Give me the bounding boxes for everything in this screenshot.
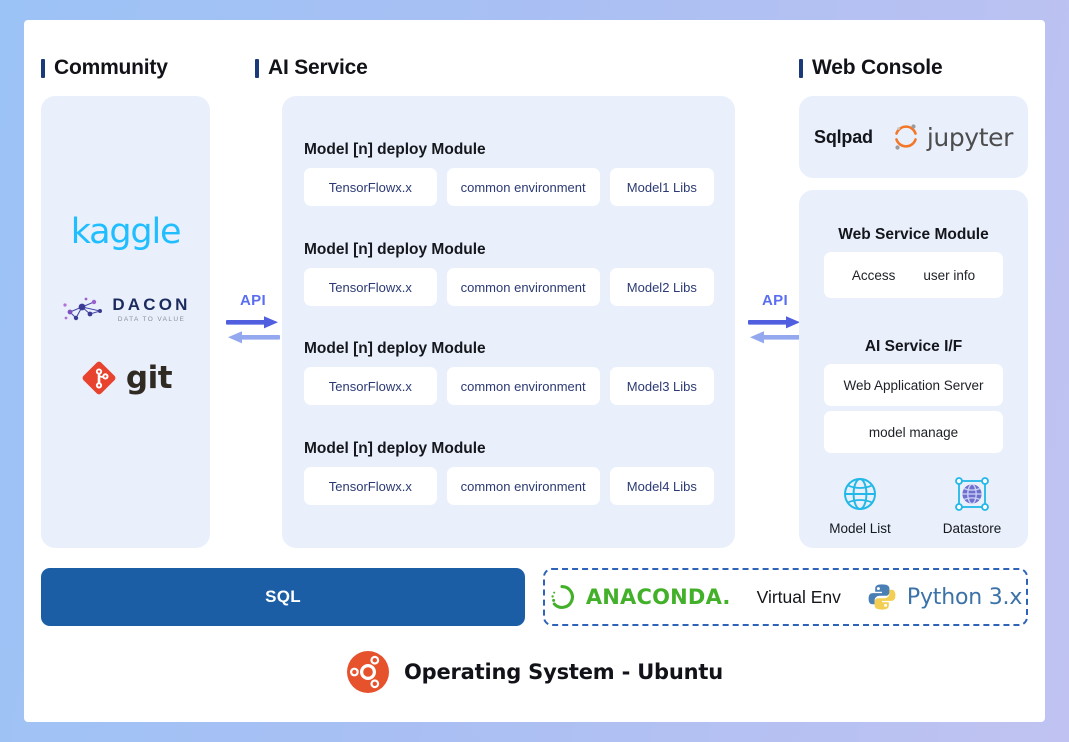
libs-pill[interactable]: Model4 Libs <box>609 467 714 505</box>
kaggle-logo[interactable]: kaggle <box>41 206 210 258</box>
bidirectional-arrow-icon <box>748 316 802 344</box>
sql-label: SQL <box>265 587 301 606</box>
module-title: Model [n] deploy Module <box>304 141 486 158</box>
python-logo[interactable]: Python 3.x <box>867 582 1022 612</box>
access-user-info-box[interactable]: Access user info <box>824 252 1003 298</box>
api-arrow-pair <box>222 316 284 350</box>
libs-pill[interactable]: Model1 Libs <box>609 168 714 206</box>
dacon-tagline: DATA TO VALUE <box>117 316 186 323</box>
model-manage-box[interactable]: model manage <box>824 411 1003 453</box>
model-deploy-module: Model [n] deploy Module TensorFlowx.x co… <box>304 340 714 405</box>
module-pill-row: TensorFlowx.x common environment Model1 … <box>304 168 714 206</box>
api-label: API <box>762 292 788 309</box>
sql-bar[interactable]: SQL <box>41 568 525 626</box>
dacon-network-icon <box>63 297 103 321</box>
git-logo-text: git <box>125 360 173 396</box>
title-accent-bar <box>255 58 259 78</box>
community-panel: kaggle DACON DATA TO VALUE git <box>41 96 210 548</box>
dacon-logo[interactable]: DACON DATA TO VALUE <box>41 286 210 332</box>
framework-pill[interactable]: TensorFlowx.x <box>304 367 437 405</box>
ubuntu-icon <box>347 651 389 693</box>
operating-system-bar: Operating System - Ubuntu <box>24 642 1045 702</box>
kaggle-logo-text: kaggle <box>70 212 182 252</box>
title-accent-bar <box>41 58 45 78</box>
title-accent-bar <box>799 58 803 78</box>
ai-service-panel: Model [n] deploy Module TensorFlowx.x co… <box>282 96 735 548</box>
web-service-module-title: Web Service Module <box>838 226 989 243</box>
libs-pill[interactable]: Model3 Libs <box>609 367 714 405</box>
dacon-logo-text: DACON <box>112 295 191 314</box>
framework-pill[interactable]: TensorFlowx.x <box>304 268 437 306</box>
model-deploy-module: Model [n] deploy Module TensorFlowx.x co… <box>304 141 714 206</box>
os-label: Operating System - Ubuntu <box>404 660 723 684</box>
model-deploy-module: Model [n] deploy Module TensorFlowx.x co… <box>304 241 714 306</box>
model-list-item[interactable]: Model List <box>815 472 905 536</box>
module-pill-row: TensorFlowx.x common environment Model2 … <box>304 268 714 306</box>
module-pill-row: TensorFlowx.x common environment Model4 … <box>304 467 714 505</box>
datastore-globe-icon <box>927 472 1017 516</box>
user-info-label: user info <box>923 267 976 283</box>
community-title-text: Community <box>54 56 168 79</box>
bidirectional-arrow-icon <box>226 316 280 344</box>
framework-pill[interactable]: TensorFlowx.x <box>304 467 437 505</box>
ai-service-if-title: AI Service I/F <box>864 338 963 355</box>
globe-icon <box>815 472 905 516</box>
datastore-item[interactable]: Datastore <box>927 472 1017 536</box>
api-arrow-pair <box>744 316 806 350</box>
python-icon <box>868 584 896 610</box>
anaconda-icon <box>551 585 574 609</box>
jupyter-logo[interactable]: jupyter <box>891 122 1013 152</box>
anaconda-logo[interactable]: ANACONDA. <box>549 584 731 610</box>
anaconda-label: ANACONDA. <box>585 585 731 609</box>
api-connector-right: API <box>744 292 806 350</box>
api-connector-left: API <box>222 292 284 350</box>
git-diamond-icon <box>82 361 116 395</box>
environment-pill[interactable]: common environment <box>446 168 600 206</box>
web-application-server-box[interactable]: Web Application Server <box>824 364 1003 406</box>
diagram-canvas: Community AI Service Web Console kaggle <box>24 20 1045 722</box>
jupyter-icon <box>895 124 917 150</box>
section-title-web-console: Web Console <box>799 56 943 80</box>
virtual-env-label: Virtual Env <box>756 586 841 607</box>
model-deploy-module: Model [n] deploy Module TensorFlowx.x co… <box>304 440 714 505</box>
module-title: Model [n] deploy Module <box>304 340 486 357</box>
sqlpad-label[interactable]: Sqlpad <box>814 127 873 148</box>
environment-pill[interactable]: common environment <box>446 268 600 306</box>
access-label: Access <box>851 267 896 283</box>
git-logo[interactable]: git <box>41 354 210 402</box>
framework-pill[interactable]: TensorFlowx.x <box>304 168 437 206</box>
ai-service-title-text: AI Service <box>268 56 368 79</box>
model-list-label: Model List <box>829 521 891 536</box>
virtual-env-bar: ANACONDA. Virtual Env Python 3.x <box>543 568 1028 626</box>
web-console-tools-panel: Sqlpad jupyter <box>799 96 1028 178</box>
libs-pill[interactable]: Model2 Libs <box>609 268 714 306</box>
datastore-label: Datastore <box>942 521 1002 536</box>
module-pill-row: TensorFlowx.x common environment Model3 … <box>304 367 714 405</box>
module-title: Model [n] deploy Module <box>304 440 486 457</box>
web-console-title-text: Web Console <box>812 56 943 79</box>
section-title-community: Community <box>41 56 168 80</box>
api-label: API <box>240 292 266 309</box>
jupyter-label: jupyter <box>926 122 1014 152</box>
environment-pill[interactable]: common environment <box>446 367 600 405</box>
environment-pill[interactable]: common environment <box>446 467 600 505</box>
module-title: Model [n] deploy Module <box>304 241 486 258</box>
python-label: Python 3.x <box>906 584 1023 610</box>
section-title-ai-service: AI Service <box>255 56 368 80</box>
web-console-main-panel: Web Service Module Access user info AI S… <box>799 190 1028 548</box>
